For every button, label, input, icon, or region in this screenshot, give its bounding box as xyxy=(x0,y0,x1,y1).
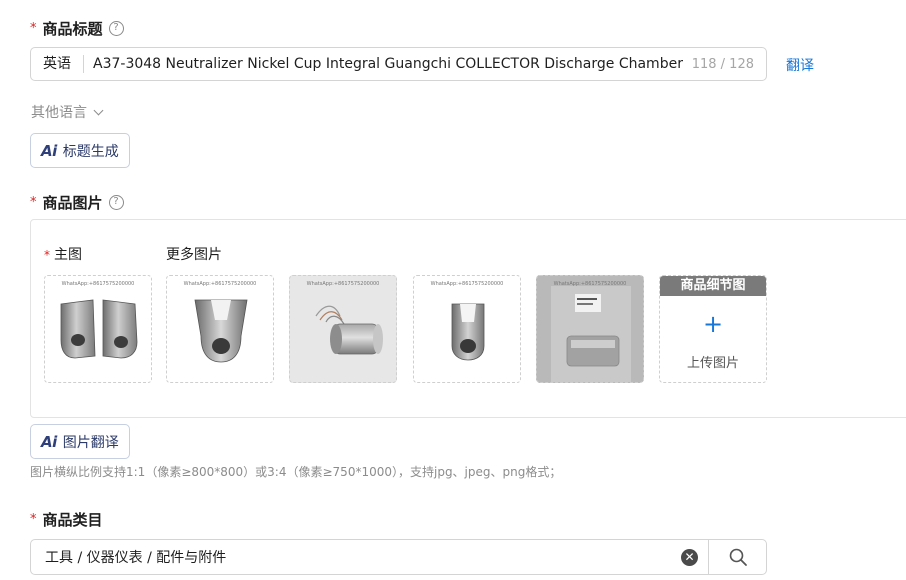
ai-image-translate-label: 图片翻译 xyxy=(62,434,119,451)
question-circle-icon[interactable]: ? xyxy=(108,194,124,210)
plus-icon: + xyxy=(702,310,724,338)
detail-image-header: 商品细节图 xyxy=(660,276,766,296)
main-image-label: * 主图 xyxy=(44,244,82,264)
close-circle-icon[interactable]: ✕ xyxy=(681,548,698,566)
required-mark: * xyxy=(30,20,37,36)
required-mark: * xyxy=(30,511,37,527)
main-image-label-text: 主图 xyxy=(54,247,82,263)
category-select[interactable]: 工具 / 仪器仪表 / 配件与附件 ✕ xyxy=(30,539,767,575)
category-value[interactable]: 工具 / 仪器仪表 / 配件与附件 xyxy=(31,547,681,567)
image-label: 商品图片 xyxy=(42,193,103,212)
title-input[interactable]: 英语 A37-3048 Neutralizer Nickel Cup Integ… xyxy=(30,47,767,81)
language-tag: 英语 xyxy=(31,55,84,73)
image-format-hint: 图片横纵比例支持1:1（像素≥800*800）或3:4（像素≥750*1000）… xyxy=(30,465,562,479)
question-circle-icon[interactable]: ? xyxy=(108,20,124,36)
image-thumbnail[interactable]: WhatsApp:+8617575200000 xyxy=(413,275,521,383)
category-search-button[interactable] xyxy=(708,540,766,574)
product-photo xyxy=(194,299,248,363)
ai-title-generate-button[interactable]: Ai 标题生成 xyxy=(30,133,130,168)
title-label-row: * 商品标题 ? xyxy=(30,18,124,38)
product-photo xyxy=(451,303,485,361)
translate-link[interactable]: 翻译 xyxy=(786,55,814,75)
image-thumbnail[interactable]: WhatsApp:+8617575200000 xyxy=(166,275,274,383)
character-counter: 118 / 128 xyxy=(691,56,754,72)
category-label-row: * 商品类目 xyxy=(30,509,103,529)
ai-image-translate-button[interactable]: Ai 图片翻译 xyxy=(30,424,130,459)
product-photo xyxy=(60,299,138,359)
upload-detail-image-button[interactable]: 商品细节图 + 上传图片 xyxy=(659,275,767,383)
more-images-label: 更多图片 xyxy=(166,247,222,263)
required-mark: * xyxy=(44,248,50,262)
title-label: 商品标题 xyxy=(42,19,103,38)
category-label: 商品类目 xyxy=(42,510,103,529)
main-image-thumbnail[interactable]: WhatsApp:+8617575200000 xyxy=(44,275,152,383)
other-languages-label: 其他语言 xyxy=(31,105,87,121)
chevron-down-icon xyxy=(93,105,104,115)
image-thumbnail[interactable]: WhatsApp:+8617575200000 xyxy=(536,275,644,383)
title-value[interactable]: A37-3048 Neutralizer Nickel Cup Integral… xyxy=(84,56,686,72)
other-languages-toggle[interactable]: 其他语言 xyxy=(31,102,104,122)
ai-title-generate-label: 标题生成 xyxy=(62,143,119,160)
product-photo xyxy=(551,286,631,382)
required-mark: * xyxy=(30,194,37,210)
ai-icon: Ai xyxy=(41,141,57,160)
upload-image-label: 上传图片 xyxy=(686,356,739,371)
product-photo xyxy=(315,305,383,355)
ai-icon: Ai xyxy=(41,432,57,451)
image-label-row: * 商品图片 ? xyxy=(30,192,124,212)
image-thumbnail[interactable]: WhatsApp:+8617575200000 xyxy=(289,275,397,383)
search-icon xyxy=(729,548,747,566)
